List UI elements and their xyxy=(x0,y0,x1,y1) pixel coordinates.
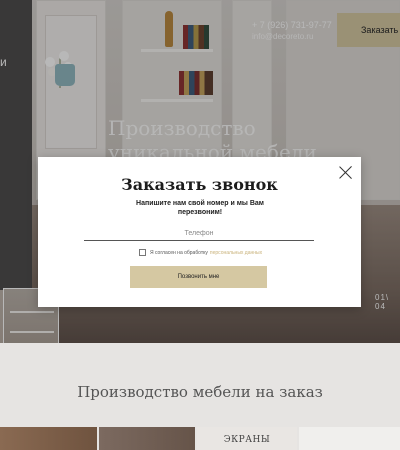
section-title: Производство мебели на заказ xyxy=(77,383,323,401)
consent-row: Я согласен на обработку персональных дан… xyxy=(139,249,262,256)
category-tiles: ЭКРАНЫ xyxy=(0,427,400,450)
modal-subtitle: Напишите нам свой номер и мы Вам перезво… xyxy=(136,200,264,216)
category-tile[interactable]: ЭКРАНЫ xyxy=(197,427,297,450)
callback-modal: Заказать звонок Напишите нам свой номер … xyxy=(38,157,361,307)
submit-call-button[interactable]: Позвонить мне xyxy=(130,266,267,288)
tile-label: ЭКРАНЫ xyxy=(223,435,271,445)
consent-checkbox[interactable] xyxy=(139,249,146,256)
phone-input[interactable] xyxy=(84,227,314,241)
category-tile[interactable] xyxy=(99,427,195,450)
modal-title: Заказать звонок xyxy=(121,175,278,194)
consent-link[interactable]: персональных данных xyxy=(210,250,262,256)
category-tile[interactable] xyxy=(299,427,400,450)
category-tile[interactable] xyxy=(0,427,97,450)
consent-label: Я согласен на обработку xyxy=(150,249,208,256)
services-section: Производство мебели на заказ ЭКРАНЫ xyxy=(0,343,400,450)
